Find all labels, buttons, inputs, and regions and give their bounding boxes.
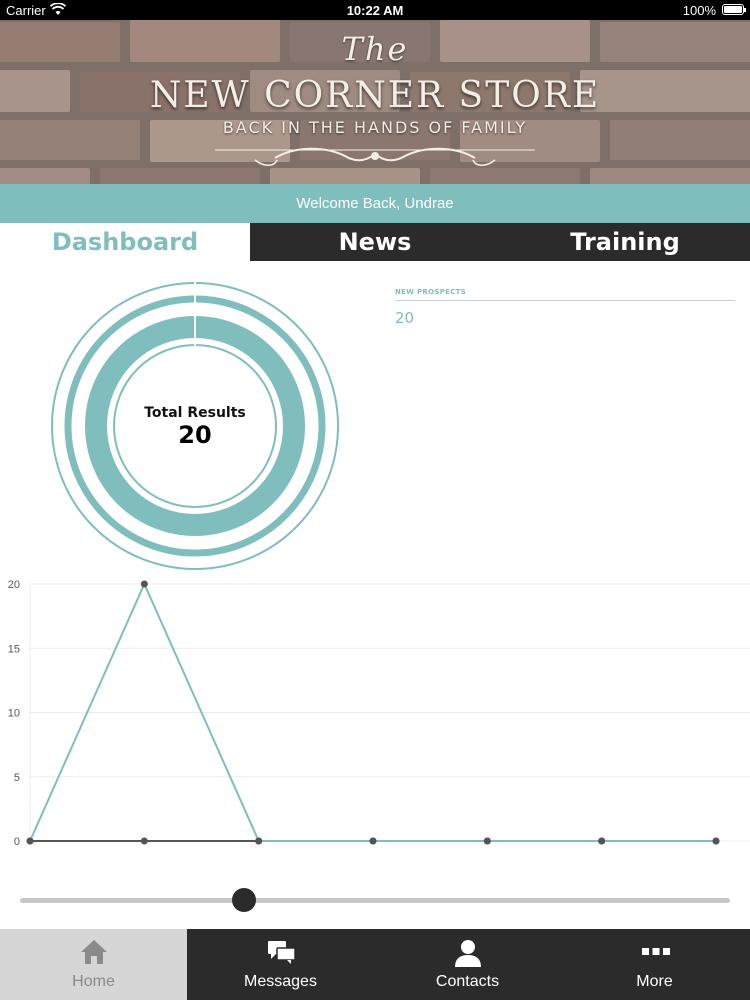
y-tick-label: 0	[14, 836, 20, 848]
banner-store-name: NEW CORNER STORE	[149, 75, 601, 116]
status-bar: Carrier 10:22 AM 100%	[0, 0, 750, 20]
slider-thumb[interactable]	[231, 888, 256, 912]
y-tick-label: 10	[8, 708, 20, 720]
clock: 10:22 AM	[346, 3, 404, 18]
tab-news[interactable]: News	[250, 223, 500, 261]
banner-logo: The NEW CORNER STORE BACK IN THE HANDS O…	[0, 20, 750, 184]
battery-icon	[722, 4, 746, 15]
donut-caption: Total Results	[144, 405, 246, 421]
donut-total: 20	[178, 421, 212, 449]
more-icon	[641, 948, 670, 955]
new-prospects-value: 20	[395, 309, 415, 327]
range-slider[interactable]	[20, 887, 730, 913]
store-banner: The NEW CORNER STORE BACK IN THE HANDS O…	[0, 20, 750, 184]
data-point	[140, 837, 148, 845]
data-point	[369, 837, 377, 845]
y-tick-label: 5	[14, 772, 20, 784]
data-point	[140, 580, 148, 588]
section-tabs: Dashboard News Training	[0, 223, 750, 261]
new-prospects-panel: NEW PROSPECTS 20	[395, 288, 735, 327]
nav-more[interactable]: More	[561, 929, 748, 1000]
data-point	[483, 837, 491, 845]
results-line-chart: 0 5 10 15 20	[8, 579, 750, 848]
banner-tagline: BACK IN THE HANDS OF FAMILY	[222, 118, 528, 137]
nav-home[interactable]: Home	[0, 929, 187, 1000]
nav-contacts[interactable]: Contacts	[374, 929, 561, 1000]
y-tick-label: 15	[8, 643, 20, 655]
nav-messages[interactable]: Messages	[187, 929, 374, 1000]
welcome-banner: Welcome Back, Undrae	[0, 184, 750, 223]
banner-the: The	[341, 30, 409, 68]
home-icon	[80, 940, 107, 964]
data-point	[712, 837, 720, 845]
battery-percent: 100%	[682, 3, 716, 18]
data-point	[598, 837, 606, 845]
flourish-ornament	[215, 147, 535, 166]
data-point	[26, 837, 34, 845]
donut-center-label: Total Results 20	[95, 405, 295, 449]
new-prospects-title: NEW PROSPECTS	[395, 288, 735, 301]
messages-icon	[267, 941, 296, 964]
tab-dashboard[interactable]: Dashboard	[0, 223, 250, 261]
nav-messages-label: Messages	[244, 973, 317, 990]
y-tick-label: 20	[8, 579, 20, 591]
tab-training[interactable]: Training	[500, 223, 750, 261]
slider-track[interactable]	[20, 898, 730, 903]
contacts-icon	[454, 940, 481, 967]
nav-more-label: More	[636, 973, 673, 990]
nav-home-label: Home	[72, 973, 115, 990]
data-point	[255, 837, 263, 845]
nav-contacts-label: Contacts	[435, 973, 500, 990]
bottom-tab-bar: Home Messages Contacts More	[0, 929, 750, 1000]
